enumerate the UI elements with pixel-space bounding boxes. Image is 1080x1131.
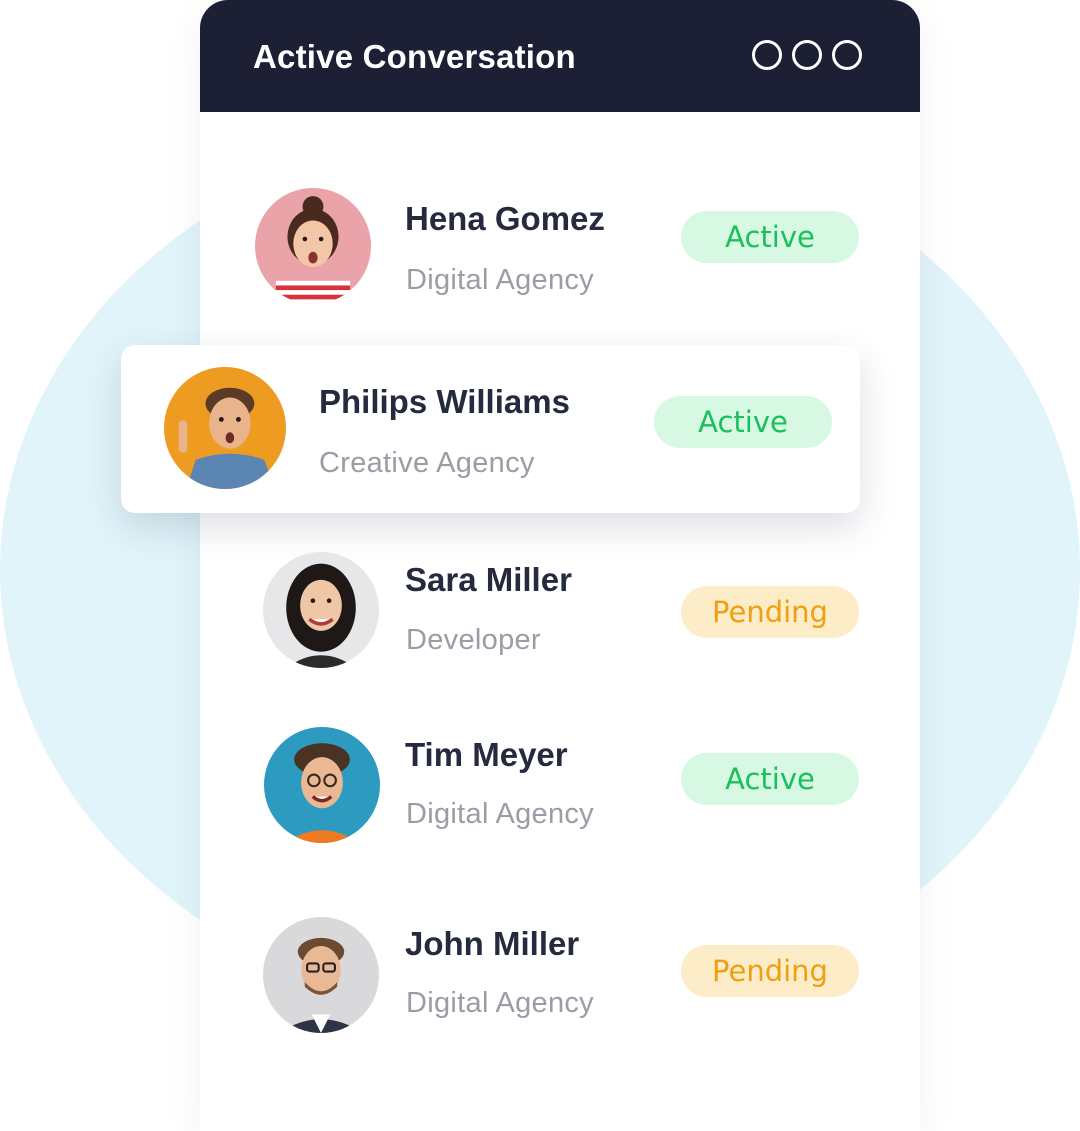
contact-name: Sara Miller — [405, 561, 572, 598]
panel-header: Active Conversation — [200, 0, 920, 112]
avatar — [164, 367, 286, 489]
dot-icon — [792, 40, 822, 70]
more-options-icon[interactable] — [752, 40, 862, 70]
avatar-image — [255, 188, 371, 304]
contact-name: Tim Meyer — [405, 736, 568, 773]
avatar — [263, 552, 379, 668]
status-badge: Active — [681, 753, 859, 805]
avatar — [255, 188, 371, 304]
contact-name: Hena Gomez — [405, 200, 605, 237]
panel-title: Active Conversation — [253, 38, 576, 75]
avatar — [263, 917, 379, 1033]
status-badge: Active — [681, 211, 859, 263]
contact-row-highlighted[interactable]: Philips Williams Creative Agency Active — [121, 345, 860, 513]
avatar-image — [164, 367, 286, 489]
contact-row[interactable]: Sara Miller Developer Pending — [200, 535, 920, 685]
avatar-image — [263, 917, 379, 1033]
status-badge: Pending — [681, 586, 859, 638]
contact-row[interactable]: Tim Meyer Digital Agency Active — [200, 710, 920, 860]
contact-role: Digital Agency — [406, 798, 594, 830]
status-badge: Pending — [681, 945, 859, 997]
avatar — [264, 727, 380, 843]
dot-icon — [752, 40, 782, 70]
contact-role: Digital Agency — [406, 264, 594, 296]
contact-row[interactable]: John Miller Digital Agency Pending — [200, 900, 920, 1050]
dot-icon — [832, 40, 862, 70]
avatar-image — [264, 727, 380, 843]
contact-name: John Miller — [405, 925, 580, 962]
contact-role: Creative Agency — [319, 447, 535, 479]
avatar-image — [263, 552, 379, 668]
status-badge: Active — [654, 396, 832, 448]
contact-role: Digital Agency — [406, 987, 594, 1019]
contact-row[interactable]: Hena Gomez Digital Agency Active — [200, 170, 920, 320]
contact-role: Developer — [406, 624, 541, 656]
contact-name: Philips Williams — [319, 383, 570, 420]
